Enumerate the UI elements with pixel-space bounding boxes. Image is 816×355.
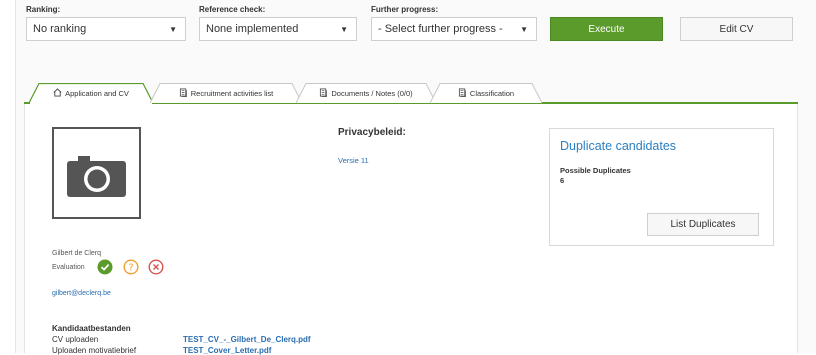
chevron-down-icon: ▼ xyxy=(340,25,348,34)
file-link-cv[interactable]: TEST_CV_-_Gilbert_De_Clerq.pdf xyxy=(183,335,311,344)
candidate-files-title: Kandidaatbestanden xyxy=(52,324,131,333)
question-icon[interactable]: ? xyxy=(123,259,139,275)
document-icon xyxy=(320,88,328,97)
tab-label: Recruitment activities list xyxy=(190,89,274,98)
candidate-photo[interactable] xyxy=(52,127,141,219)
reference-check-select-value: None implemented xyxy=(206,23,299,35)
reference-check-select[interactable]: None implemented ▼ xyxy=(199,17,357,41)
document-icon xyxy=(458,88,466,97)
document-icon xyxy=(179,88,187,97)
candidate-name: Gilbert de Clerq xyxy=(52,250,102,257)
approve-check-icon[interactable] xyxy=(97,259,113,275)
evaluation-label: Evaluation xyxy=(52,264,85,271)
possible-duplicates-count: 6 xyxy=(560,176,565,185)
further-progress-select[interactable]: - Select further progress - ▼ xyxy=(371,17,537,41)
tab-label: Application and CV xyxy=(65,89,129,98)
svg-text:?: ? xyxy=(128,263,133,274)
camera-icon xyxy=(67,156,126,197)
tab-classification[interactable]: Classification xyxy=(430,83,542,104)
chevron-down-icon: ▼ xyxy=(520,25,528,34)
tab-documents-notes[interactable]: Documents / Notes (0/0) xyxy=(296,83,436,104)
duplicate-candidates-title: Duplicate candidates xyxy=(560,139,677,153)
home-icon xyxy=(53,88,62,97)
reference-check-label: Reference check: xyxy=(199,5,266,14)
candidate-email-link[interactable]: gilbert@declerq.be xyxy=(52,290,111,297)
file-label-cv: CV uploaden xyxy=(52,335,99,344)
ranking-select-value: No ranking xyxy=(33,23,87,35)
tab-label: Classification xyxy=(469,89,515,98)
edit-cv-button[interactable]: Edit CV xyxy=(680,17,793,41)
tab-application-and-cv[interactable]: Application and CV xyxy=(29,83,153,104)
ranking-label: Ranking: xyxy=(26,5,61,14)
reject-x-icon[interactable] xyxy=(148,259,164,275)
tab-label: Documents / Notes (0/0) xyxy=(331,89,413,98)
chevron-down-icon: ▼ xyxy=(169,25,177,34)
tab-recruitment-activities-list[interactable]: Recruitment activities list xyxy=(150,83,302,104)
further-progress-label: Further progress: xyxy=(371,5,439,14)
privacy-version-link[interactable]: Versie 11 xyxy=(338,156,369,165)
possible-duplicates-label: Possible Duplicates xyxy=(560,166,631,175)
execute-button[interactable]: Execute xyxy=(550,17,663,41)
file-link-cover-letter[interactable]: TEST_Cover_Letter.pdf xyxy=(183,346,271,355)
ranking-select[interactable]: No ranking ▼ xyxy=(26,17,186,41)
further-progress-select-value: - Select further progress - xyxy=(378,23,503,35)
file-label-cover-letter: Uploaden motivatiebrief xyxy=(52,346,137,355)
list-duplicates-button[interactable]: List Duplicates xyxy=(647,213,759,236)
privacy-title: Privacybeleid: xyxy=(338,127,406,138)
